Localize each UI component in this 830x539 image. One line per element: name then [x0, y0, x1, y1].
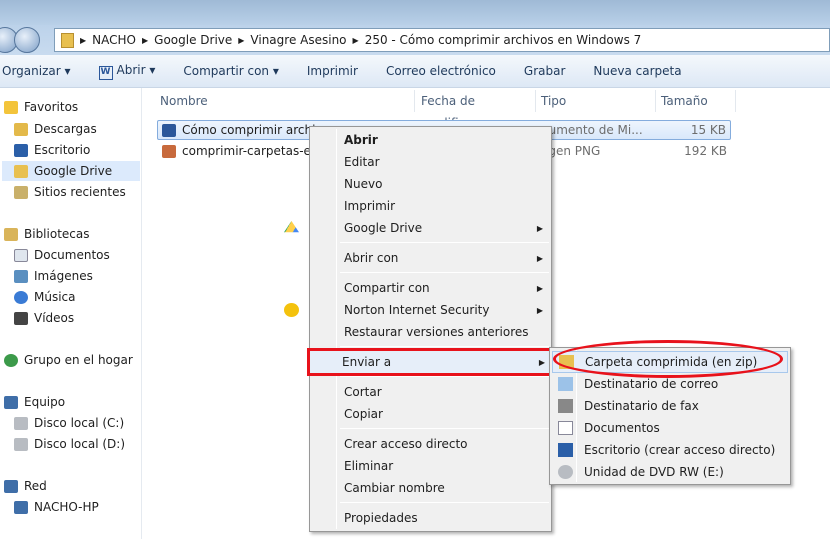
desktop-icon	[558, 443, 573, 457]
google-drive-folder-icon	[14, 164, 28, 178]
norton-icon	[284, 303, 299, 317]
submenu-arrow-icon: ▶	[536, 305, 543, 315]
menu-cambiar-nombre[interactable]: Cambiar nombre	[312, 477, 549, 499]
documents-icon	[14, 248, 28, 262]
fax-icon	[558, 399, 573, 413]
send-to-documents[interactable]: Documentos	[552, 417, 788, 439]
breadcrumb-vinagre[interactable]: Vinagre Asesino	[250, 33, 346, 47]
burn-button[interactable]: Grabar	[510, 64, 580, 78]
downloads-icon	[14, 122, 28, 136]
nav-nacho-hp[interactable]: NACHO-HP	[14, 497, 99, 517]
menu-propiedades[interactable]: Propiedades	[312, 507, 549, 529]
new-folder-button[interactable]: Nueva carpeta	[579, 64, 695, 78]
google-drive-icon	[284, 221, 299, 233]
open-button[interactable]: W Abrir ▾	[85, 63, 170, 80]
send-to-fax[interactable]: Destinatario de fax	[552, 395, 788, 417]
menu-google-drive[interactable]: Google Drive ▶	[284, 217, 549, 239]
videos-icon	[14, 311, 28, 325]
nav-escritorio[interactable]: Escritorio	[14, 140, 90, 160]
star-icon	[4, 100, 18, 114]
nav-favoritos[interactable]: Favoritos	[4, 97, 78, 117]
share-button[interactable]: Compartir con ▾	[169, 64, 292, 78]
column-fecha[interactable]: Fecha de modifica...	[416, 90, 536, 130]
menu-restaurar[interactable]: Restaurar versiones anteriores	[312, 321, 549, 343]
context-menu: Abrir Editar Nuevo Imprimir Google Drive…	[284, 126, 554, 532]
libraries-icon	[4, 227, 18, 241]
menu-abrir-con[interactable]: Abrir con ▶	[312, 247, 549, 269]
nav-sitios-recientes[interactable]: Sitios recientes	[14, 182, 126, 202]
nav-videos[interactable]: Vídeos	[14, 308, 74, 328]
menu-abrir[interactable]: Abrir	[312, 129, 549, 151]
drive-icon	[14, 416, 28, 430]
menu-crear-acceso[interactable]: Crear acceso directo	[312, 433, 549, 455]
navigation-pane: Favoritos Descargas Escritorio Google Dr…	[0, 88, 142, 539]
send-to-dvd[interactable]: Unidad de DVD RW (E:)	[552, 461, 788, 483]
nav-descargas[interactable]: Descargas	[14, 119, 97, 139]
menu-enviar-a[interactable]: Enviar a ▶	[307, 348, 554, 376]
computer-icon	[4, 395, 18, 409]
nav-musica[interactable]: Música	[14, 287, 76, 307]
word-doc-icon	[162, 123, 176, 137]
network-icon	[4, 479, 18, 493]
menu-eliminar[interactable]: Eliminar	[312, 455, 549, 477]
nav-red[interactable]: Red	[4, 476, 47, 496]
submenu-arrow-icon: ▶	[538, 357, 545, 367]
nav-equipo[interactable]: Equipo	[4, 392, 65, 412]
address-bar[interactable]: ▶ NACHO ▶ Google Drive ▶ Vinagre Asesino ▶ 2…	[54, 28, 830, 52]
dvd-drive-icon	[558, 465, 573, 479]
folder-icon	[61, 32, 74, 48]
nav-grupo-hogar[interactable]: Grupo en el hogar	[4, 350, 133, 370]
pictures-icon	[14, 269, 28, 283]
command-bar: Organizar ▾ W Abrir ▾ Compartir con ▾ Imp…	[0, 55, 830, 88]
submenu-arrow-icon: ▶	[536, 283, 543, 293]
address-row: ▶ NACHO ▶ Google Drive ▶ Vinagre Asesino ▶ 2…	[0, 25, 830, 55]
word-icon: W	[98, 65, 113, 80]
breadcrumb-current[interactable]: 250 - Cómo comprimir archivos en Windows…	[365, 33, 642, 47]
drive-icon	[14, 437, 28, 451]
forward-button[interactable]	[14, 27, 40, 53]
nav-disco-d[interactable]: Disco local (D:)	[14, 434, 125, 454]
homegroup-icon	[4, 353, 18, 367]
nav-disco-c[interactable]: Disco local (C:)	[14, 413, 124, 433]
send-to-desktop[interactable]: Escritorio (crear acceso directo)	[552, 439, 788, 461]
print-button[interactable]: Imprimir	[293, 64, 372, 78]
title-bar	[0, 0, 830, 25]
mail-icon	[558, 377, 573, 391]
nav-google-drive[interactable]: Google Drive	[2, 161, 140, 181]
menu-compartir-con[interactable]: Compartir con ▶	[312, 277, 549, 299]
documents-icon	[558, 421, 573, 435]
column-nombre[interactable]: Nombre	[155, 90, 415, 112]
computer-icon	[14, 500, 28, 514]
menu-copiar[interactable]: Copiar	[312, 403, 549, 425]
nav-bibliotecas[interactable]: Bibliotecas	[4, 224, 89, 244]
music-icon	[14, 290, 28, 304]
menu-editar[interactable]: Editar	[312, 151, 549, 173]
breadcrumb-nacho[interactable]: NACHO	[92, 33, 136, 47]
menu-norton[interactable]: Norton Internet Security ▶	[284, 299, 549, 321]
email-button[interactable]: Correo electrónico	[372, 64, 510, 78]
submenu-arrow-icon: ▶	[536, 223, 543, 233]
nav-imagenes[interactable]: Imágenes	[14, 266, 93, 286]
menu-nuevo[interactable]: Nuevo	[312, 173, 549, 195]
highlight-ellipse	[553, 340, 783, 378]
menu-cortar[interactable]: Cortar	[312, 381, 549, 403]
desktop-icon	[14, 143, 28, 157]
nav-documentos[interactable]: Documentos	[14, 245, 110, 265]
organize-button[interactable]: Organizar ▾	[0, 64, 85, 78]
submenu-arrow-icon: ▶	[536, 253, 543, 263]
column-tipo[interactable]: Tipo	[536, 90, 656, 112]
column-tamano[interactable]: Tamaño	[656, 90, 736, 112]
menu-imprimir[interactable]: Imprimir	[312, 195, 549, 217]
breadcrumb-google-drive[interactable]: Google Drive	[154, 33, 232, 47]
recent-places-icon	[14, 185, 28, 199]
png-image-icon	[162, 144, 176, 158]
